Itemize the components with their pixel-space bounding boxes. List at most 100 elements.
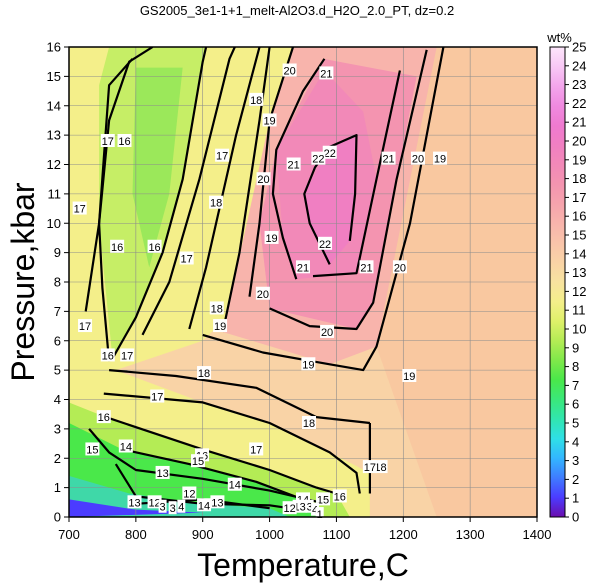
colorbar-tick-label: 15	[572, 228, 586, 243]
colorbar-tick-label: 7	[572, 378, 579, 393]
colorbar-tick-label: 14	[572, 246, 586, 261]
contour-label: 16	[118, 136, 130, 148]
contour-label: 18	[303, 418, 315, 430]
y-axis-ticks: 012345678910111213141516	[47, 40, 69, 525]
contour-label: 21	[320, 68, 332, 80]
contour-label: 17	[250, 444, 262, 456]
colorbar-tick-label: 11	[572, 303, 586, 318]
colorbar-tick-label: 12	[572, 284, 586, 299]
contour-label: 21	[288, 160, 300, 172]
contour-label: 13	[211, 497, 223, 509]
x-axis-ticks: 700 800 900 1000 1100 1200 1300 1400	[58, 517, 551, 542]
contour-label: 17	[181, 254, 193, 266]
y-tick-label: 5	[54, 363, 61, 378]
colorbar	[549, 46, 566, 518]
x-axis-label: Temperature,C	[197, 547, 409, 583]
y-tick-label: 12	[47, 157, 61, 172]
contour-label: 16	[98, 412, 110, 424]
y-tick-label: 1	[54, 480, 61, 495]
colorbar-tick-label: 20	[572, 134, 586, 149]
contour-label: 14	[229, 480, 241, 492]
contour-label: 21	[360, 262, 372, 274]
contour-label: 17	[151, 392, 163, 404]
colorbar-tick-label: 5	[572, 416, 579, 431]
colorbar-tick-label: 19	[572, 152, 586, 167]
contour-label: 18	[198, 368, 210, 380]
contour-label: 13	[128, 497, 140, 509]
contour-label: 17	[102, 136, 114, 148]
y-tick-label: 10	[47, 216, 61, 231]
colorbar-tick-label: 23	[572, 77, 586, 92]
colorbar-tick-label: 3	[572, 453, 579, 468]
contour-label: 18	[211, 303, 223, 315]
y-axis-label: Pressure,kbar	[5, 182, 41, 382]
contour-label: 19	[403, 371, 415, 383]
colorbar-ticks: 0123456789101112131415161718192021222324…	[565, 40, 586, 525]
x-tick-label: 1000	[255, 527, 284, 542]
colorbar-tick-label: 6	[572, 397, 579, 412]
colorbar-tick-label: 0	[572, 510, 579, 525]
contour-label: 19	[214, 321, 226, 333]
contour-label: 22	[312, 154, 324, 166]
y-tick-label: 3	[54, 421, 61, 436]
colorbar-tick-label: 17	[572, 190, 586, 205]
y-tick-label: 0	[54, 510, 61, 525]
contour-label: 19	[302, 359, 314, 371]
contour-label: 19	[263, 115, 275, 127]
colorbar-tick-label: 4	[572, 434, 579, 449]
y-tick-label: 4	[54, 392, 61, 407]
colorbar-tick-label: 2	[572, 472, 579, 487]
y-tick-label: 11	[48, 186, 62, 201]
contour-label: 1	[317, 509, 323, 521]
contour-label: 16	[111, 242, 123, 254]
contour-label: 20	[284, 66, 296, 78]
y-tick-label: 6	[54, 333, 61, 348]
contour-label: 4	[178, 502, 184, 514]
y-tick-label: 14	[47, 98, 61, 113]
x-tick-label: 1100	[322, 527, 350, 542]
contour-label: 22	[319, 239, 331, 251]
contour-label: 18	[250, 95, 262, 107]
x-tick-label: 900	[192, 527, 214, 542]
colorbar-tick-label: 18	[572, 171, 586, 186]
contour-label: 16	[102, 350, 114, 362]
colorbar-tick-label: 16	[572, 209, 586, 224]
contour-label: 16	[334, 491, 346, 503]
contour-label: 17	[74, 204, 86, 216]
colorbar-tick-label: 25	[572, 40, 586, 55]
x-tick-label: 800	[125, 527, 147, 542]
contour-label: 14	[120, 442, 132, 454]
contour-label: 15	[192, 456, 204, 468]
contour-label: 21	[297, 262, 309, 274]
contour-label: 20	[257, 289, 269, 301]
contour-label: 16	[148, 242, 160, 254]
contour-label: 21	[382, 154, 394, 166]
y-tick-label: 9	[54, 245, 61, 260]
colorbar-tick-label: 1	[572, 491, 579, 506]
contour-label: 19	[265, 233, 277, 245]
contour-label: 3	[160, 502, 166, 514]
contour-label: 3	[170, 503, 176, 515]
colorbar-tick-label: 8	[572, 359, 579, 374]
x-tick-label: 1400	[523, 527, 552, 542]
y-tick-label: 15	[47, 69, 61, 84]
contour-label: 18	[210, 198, 222, 210]
contour-label: 12	[183, 489, 195, 501]
colorbar-tick-label: 21	[572, 115, 586, 130]
contour-label: 20	[412, 154, 424, 166]
colorbar-tick-label: 22	[572, 96, 586, 111]
chart-title: GS2005_3e1-1+1_melt-Al2O3.d_H2O_2.0_PT, …	[140, 3, 454, 18]
contour-label: 20	[321, 327, 333, 339]
contour-label: 20	[394, 262, 406, 274]
colorbar-tick-label: 13	[572, 265, 586, 280]
contour-label: 19	[434, 154, 446, 166]
contour-label: 22	[324, 148, 336, 160]
y-tick-label: 7	[54, 304, 61, 319]
y-tick-label: 8	[54, 275, 61, 290]
x-tick-label: 700	[58, 527, 80, 542]
contour-label: 14	[198, 500, 210, 512]
colorbar-tick-label: 10	[572, 322, 586, 337]
contour-label: 15	[86, 444, 98, 456]
x-tick-label: 1200	[389, 527, 418, 542]
contour-label: 17	[364, 462, 376, 474]
